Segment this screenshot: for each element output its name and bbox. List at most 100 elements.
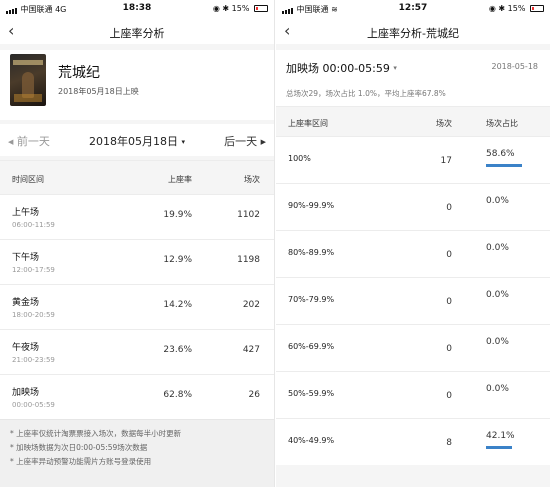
row-name: 午夜场 — [12, 343, 40, 353]
row-time: 18:00-20:59 — [12, 311, 55, 319]
table-row[interactable]: 午夜场 21:00-23:59 23.6% 427 — [0, 329, 274, 374]
col-share: 场次占比 — [486, 119, 518, 128]
row-range: 80%-89.9% — [288, 248, 335, 257]
battery-percent: 15% — [231, 4, 250, 13]
row-rate: 12.9% — [163, 255, 192, 265]
row-name: 下午场 — [12, 253, 40, 263]
share-bar-fill — [486, 164, 522, 167]
row-count: 1198 — [237, 255, 260, 265]
table-row[interactable]: 黄金场 18:00-20:59 14.2% 202 — [0, 284, 274, 329]
lock-icon: ◉ — [212, 4, 220, 13]
table-row[interactable]: 加映场 00:00-05:59 62.8% 26 — [0, 374, 274, 419]
status-bar: 中国联通 4G 18:38 ◉ ✱ 15% — [0, 0, 274, 18]
session-table: 上午场 06:00-11:59 19.9% 1102 下午场 12:00-17:59 12.… — [0, 194, 274, 419]
status-bar: 中国联通 ≋ 12:57 ◉ ✱ 15% — [276, 0, 550, 18]
col-count: 场次 — [244, 175, 260, 184]
row-rate: 19.9% — [163, 210, 192, 220]
row-count: 0 — [446, 344, 452, 354]
row-range: 70%-79.9% — [288, 295, 335, 304]
row-count: 0 — [446, 391, 452, 401]
next-day-button[interactable]: 后一天 ▶ — [224, 133, 266, 149]
nav-bar: ‹ 上座率分析-荒城纪 — [276, 18, 550, 44]
chevron-down-icon: ▾ — [181, 138, 185, 146]
table-row[interactable]: 80%-89.9% 0 0.0% — [276, 230, 550, 277]
table-row[interactable]: 上午场 06:00-11:59 19.9% 1102 — [0, 194, 274, 239]
battery-icon — [254, 5, 268, 12]
table-header: 时间区间 上座率 场次 — [0, 160, 274, 194]
status-right: ◉ ✱ 15% — [213, 4, 268, 13]
table-row[interactable]: 下午场 12:00-17:59 12.9% 1198 — [0, 239, 274, 284]
row-rate: 14.2% — [163, 300, 192, 310]
movie-card: 荒城纪 2018年05月18日上映 — [0, 50, 274, 120]
triangle-right-icon: ▶ — [260, 138, 266, 146]
row-rate: 62.8% — [163, 390, 192, 400]
row-name: 加映场 — [12, 388, 40, 398]
table-header: 上座率区间 场次 场次占比 — [276, 106, 550, 136]
row-share: 0.0% — [486, 384, 509, 394]
lock-icon: ◉ — [488, 4, 496, 13]
table-row[interactable]: 60%-69.9% 0 0.0% — [276, 324, 550, 371]
table-row[interactable]: 40%-49.9% 8 42.1% — [276, 418, 550, 465]
left-screen: 中国联通 4G 18:38 ◉ ✱ 15% ‹ 上座率分析 荒城纪 2018年0… — [0, 0, 275, 487]
row-range: 40%-49.9% — [288, 436, 335, 445]
row-share: 58.6% — [486, 149, 515, 159]
status-right: ◉ ✱ 15% — [489, 4, 544, 13]
movie-poster — [10, 54, 46, 106]
col-count: 场次 — [436, 119, 452, 128]
table-row[interactable]: 70%-79.9% 0 0.0% — [276, 277, 550, 324]
note-line: * 上座率异动预警功能需片方账号登录使用 — [10, 457, 152, 466]
row-count: 1102 — [237, 210, 260, 220]
row-share: 0.0% — [486, 337, 509, 347]
session-selector-bar: 加映场 00:00-05:59 ▾ 2018-05-18 — [276, 50, 550, 84]
row-count: 17 — [440, 156, 452, 166]
row-count: 427 — [242, 345, 260, 355]
summary-text: 总场次29，场次占比 1.0%，平均上座率67.8% — [276, 84, 550, 106]
row-share: 0.0% — [486, 290, 509, 300]
row-count: 202 — [242, 300, 260, 310]
row-name: 上午场 — [12, 208, 40, 218]
col-range: 上座率区间 — [288, 119, 328, 128]
row-share: 42.1% — [486, 431, 515, 441]
range-table: 100% 17 58.6% 90%-99.9% 0 0.0% 80%-89.9% 0 0.0% 7… — [276, 136, 550, 465]
note-line: * 加映场数据为次日0:00-05:59场次数据 — [10, 443, 148, 452]
right-screen: 中国联通 ≋ 12:57 ◉ ✱ 15% ‹ 上座率分析-荒城纪 加映场 00:… — [276, 0, 550, 487]
row-range: 100% — [288, 154, 311, 163]
table-row[interactable]: 90%-99.9% 0 0.0% — [276, 183, 550, 230]
battery-percent: 15% — [507, 4, 526, 13]
row-count: 0 — [446, 250, 452, 260]
row-rate: 23.6% — [163, 345, 192, 355]
row-share: 0.0% — [486, 196, 509, 206]
bluetooth-icon: ✱ — [222, 4, 230, 13]
row-count: 26 — [248, 390, 260, 400]
row-range: 60%-69.9% — [288, 342, 335, 351]
date-navigator: ◀ 前一天 2018年05月18日 ▾ 后一天 ▶ — [0, 124, 274, 156]
row-time: 00:00-05:59 — [12, 401, 55, 409]
row-range: 90%-99.9% — [288, 201, 335, 210]
nav-bar: ‹ 上座率分析 — [0, 18, 274, 44]
col-period: 时间区间 — [12, 175, 44, 184]
share-bar — [486, 164, 522, 167]
table-row[interactable]: 100% 17 58.6% — [276, 136, 550, 183]
note-line: * 上座率仅统计淘票票接入场次，数据每半小时更新 — [10, 429, 182, 438]
row-count: 0 — [446, 297, 452, 307]
row-share: 0.0% — [486, 243, 509, 253]
row-time: 12:00-17:59 — [12, 266, 55, 274]
bluetooth-icon: ✱ — [498, 4, 506, 13]
share-bar — [486, 446, 522, 449]
share-bar-fill — [486, 446, 512, 449]
row-time: 21:00-23:59 — [12, 356, 55, 364]
row-count: 0 — [446, 203, 452, 213]
release-date: 2018年05月18日上映 — [58, 87, 139, 96]
notes: * 上座率仅统计淘票票接入场次，数据每半小时更新 * 加映场数据为次日0:00-… — [0, 419, 274, 487]
session-dropdown[interactable]: 加映场 00:00-05:59 ▾ — [286, 60, 397, 76]
chevron-down-icon: ▾ — [393, 64, 397, 72]
row-name: 黄金场 — [12, 298, 40, 308]
row-count: 8 — [446, 438, 452, 448]
table-row[interactable]: 50%-59.9% 0 0.0% — [276, 371, 550, 418]
page-title: 上座率分析-荒城纪 — [367, 27, 459, 40]
movie-title: 荒城纪 — [58, 65, 100, 81]
battery-icon — [530, 5, 544, 12]
session-date: 2018-05-18 — [491, 62, 539, 71]
row-time: 06:00-11:59 — [12, 221, 55, 229]
col-rate: 上座率 — [168, 175, 192, 184]
